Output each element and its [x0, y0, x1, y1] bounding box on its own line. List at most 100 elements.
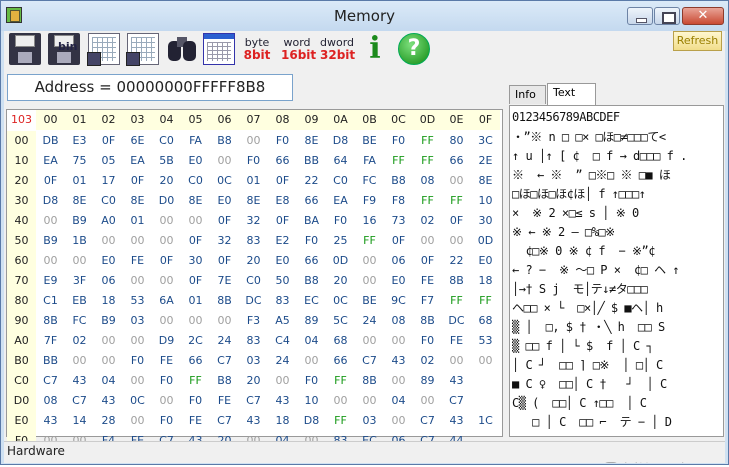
hex-cell[interactable]: F0: [297, 371, 326, 391]
hex-cell[interactable]: 83: [268, 291, 297, 311]
hex-cell[interactable]: BA: [297, 211, 326, 231]
hex-cell[interactable]: FF: [384, 151, 413, 171]
hex-cell[interactable]: 00: [65, 251, 94, 271]
hex-cell[interactable]: 00: [123, 271, 152, 291]
dword-view-button[interactable]: dword 32bit: [320, 33, 355, 65]
hex-cell[interactable]: 30: [181, 251, 210, 271]
hex-cell[interactable]: 05: [94, 151, 123, 171]
hex-cell[interactable]: 68: [326, 331, 355, 351]
hex-cell[interactable]: 32: [210, 231, 239, 251]
hex-cell[interactable]: B9: [94, 311, 123, 331]
hex-cell[interactable]: F8: [384, 191, 413, 211]
hex-cell[interactable]: 20: [239, 251, 268, 271]
hex-cell[interactable]: 24: [210, 331, 239, 351]
hex-cell[interactable]: 0F: [442, 211, 471, 231]
hex-cell[interactable]: 66: [297, 251, 326, 271]
hex-cell[interactable]: 18: [94, 291, 123, 311]
hex-cell[interactable]: 8B: [36, 311, 65, 331]
hex-cell[interactable]: C7: [355, 351, 384, 371]
hex-cell[interactable]: 6E: [123, 131, 152, 151]
hex-cell[interactable]: 0F: [123, 171, 152, 191]
hex-cell[interactable]: 5B: [152, 151, 181, 171]
hex-cell[interactable]: 00: [384, 371, 413, 391]
hex-cell[interactable]: DB: [36, 131, 65, 151]
hex-cell[interactable]: 8B: [355, 371, 384, 391]
hex-cell[interactable]: 43: [239, 411, 268, 431]
hex-cell[interactable]: BB: [36, 351, 65, 371]
hex-cell[interactable]: FF: [413, 151, 442, 171]
hex-cell[interactable]: 53: [471, 331, 500, 351]
hex-cell[interactable]: 2E: [471, 151, 500, 171]
hex-cell[interactable]: 8E: [65, 191, 94, 211]
hex-cell[interactable]: F9: [355, 191, 384, 211]
help-button[interactable]: ?: [398, 33, 430, 65]
hex-cell[interactable]: C7: [413, 411, 442, 431]
hex-cell[interactable]: FA: [355, 151, 384, 171]
hex-cell[interactable]: 0C: [326, 291, 355, 311]
hex-cell[interactable]: 53: [123, 291, 152, 311]
hex-cell[interactable]: 8E: [123, 191, 152, 211]
hex-cell[interactable]: 06: [94, 271, 123, 291]
hex-cell[interactable]: F7: [413, 291, 442, 311]
hex-cell[interactable]: E0: [471, 251, 500, 271]
hex-cell[interactable]: 02: [65, 331, 94, 351]
hex-cell[interactable]: BE: [355, 291, 384, 311]
hex-cell[interactable]: FE: [123, 251, 152, 271]
hex-cell[interactable]: 8B: [210, 291, 239, 311]
hex-cell[interactable]: 00: [181, 211, 210, 231]
hex-cell[interactable]: E0: [210, 191, 239, 211]
hex-cell[interactable]: D8: [36, 191, 65, 211]
hex-cell[interactable]: F0: [384, 131, 413, 151]
hex-cell[interactable]: C7: [442, 391, 471, 411]
hex-cell[interactable]: 00: [94, 231, 123, 251]
hex-cell[interactable]: 66: [297, 191, 326, 211]
hex-cell[interactable]: 00: [152, 391, 181, 411]
hex-cell[interactable]: 00: [355, 251, 384, 271]
hex-cell[interactable]: F0: [123, 351, 152, 371]
hex-cell[interactable]: 66: [326, 351, 355, 371]
hex-cell[interactable]: 10: [297, 391, 326, 411]
hex-cell[interactable]: BB: [297, 151, 326, 171]
hex-cell[interactable]: 00: [442, 171, 471, 191]
hex-cell[interactable]: C7: [210, 351, 239, 371]
hex-cell[interactable]: 00: [210, 151, 239, 171]
hex-cell[interactable]: 3F: [65, 271, 94, 291]
hex-cell[interactable]: C7: [239, 391, 268, 411]
hex-cell[interactable]: 0C: [123, 391, 152, 411]
hex-cell[interactable]: F0: [413, 331, 442, 351]
hex-cell[interactable]: 03: [123, 311, 152, 331]
hex-cell[interactable]: F0: [239, 151, 268, 171]
hex-cell[interactable]: B8: [210, 371, 239, 391]
hex-cell[interactable]: 03: [355, 411, 384, 431]
byte-view-button[interactable]: byte 8bit: [241, 33, 273, 65]
hex-cell[interactable]: 6A: [152, 291, 181, 311]
hex-cell[interactable]: 00: [413, 391, 442, 411]
hex-cell[interactable]: C0: [152, 131, 181, 151]
hex-cell[interactable]: E9: [36, 271, 65, 291]
hex-cell[interactable]: 8B: [413, 311, 442, 331]
hex-cell[interactable]: 00: [471, 351, 500, 371]
hex-cell[interactable]: 68: [471, 311, 500, 331]
hex-cell[interactable]: 18: [471, 271, 500, 291]
hex-cell[interactable]: 18: [268, 411, 297, 431]
hex-cell[interactable]: D0: [152, 191, 181, 211]
hex-cell[interactable]: FC: [65, 311, 94, 331]
hex-cell[interactable]: C1: [36, 291, 65, 311]
hex-cell[interactable]: 00: [326, 391, 355, 411]
hex-cell[interactable]: 16: [355, 211, 384, 231]
hex-cell[interactable]: 66: [442, 151, 471, 171]
hex-cell[interactable]: 22: [442, 251, 471, 271]
hex-cell[interactable]: 00: [152, 271, 181, 291]
hex-cell[interactable]: 24: [268, 351, 297, 371]
hex-cell[interactable]: 0D: [326, 251, 355, 271]
hex-cell[interactable]: 00: [123, 331, 152, 351]
hex-cell[interactable]: 08: [384, 311, 413, 331]
hex-cell[interactable]: 01: [239, 171, 268, 191]
hex-cell[interactable]: 17: [94, 171, 123, 191]
hex-cell[interactable]: F0: [326, 211, 355, 231]
hex-cell[interactable]: 01: [123, 211, 152, 231]
save-grid-button[interactable]: [126, 33, 159, 66]
hex-cell[interactable]: 8B: [442, 271, 471, 291]
hex-cell[interactable]: 00: [384, 411, 413, 431]
hex-cell[interactable]: 8E: [297, 131, 326, 151]
